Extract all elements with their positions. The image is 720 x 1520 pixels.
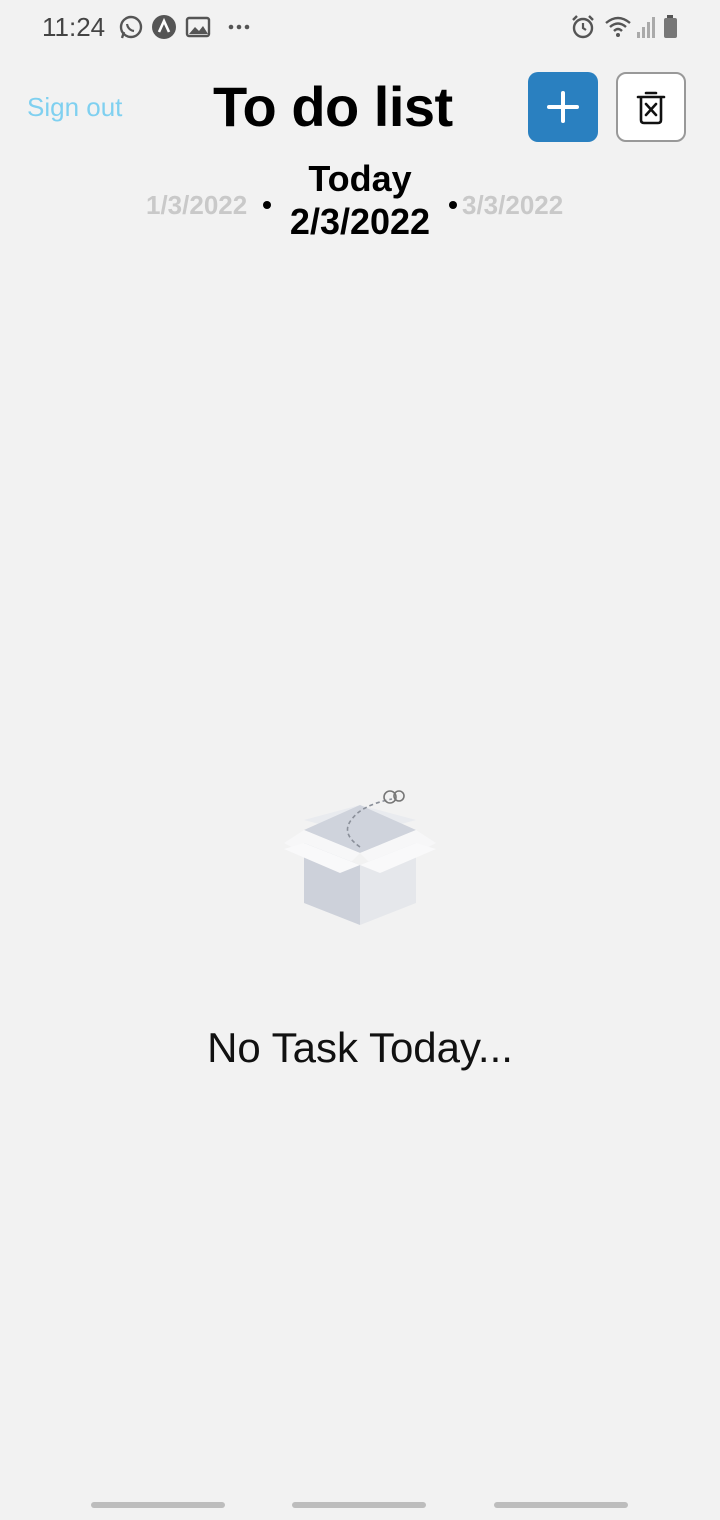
current-date: 2/3/2022: [289, 201, 431, 242]
previous-date[interactable]: 1/3/2022: [146, 190, 247, 221]
next-date[interactable]: 3/3/2022: [462, 190, 563, 221]
app-a-icon: [151, 14, 177, 40]
whatsapp-icon: [118, 14, 144, 40]
status-bar: 11:24: [0, 0, 720, 56]
empty-box-icon: [280, 785, 440, 935]
signal-icon: [636, 14, 662, 40]
back-icon[interactable]: [494, 1502, 628, 1508]
home-icon[interactable]: [292, 1502, 426, 1508]
more-dots-icon: [226, 14, 252, 40]
add-task-button[interactable]: [528, 72, 598, 142]
status-time: 11:24: [42, 12, 106, 42]
sign-out-link[interactable]: Sign out: [27, 92, 122, 123]
today-label: Today: [308, 158, 412, 199]
empty-state-message: No Task Today...: [207, 1024, 513, 1071]
date-separator-dot: [449, 201, 457, 209]
wifi-icon: [604, 14, 631, 40]
alarm-icon: [570, 14, 596, 40]
trash-x-icon: [636, 91, 666, 125]
recent-apps-icon[interactable]: [91, 1502, 225, 1508]
delete-tasks-button[interactable]: [616, 72, 686, 142]
page-title: To do list: [213, 75, 453, 138]
battery-icon: [662, 14, 688, 40]
current-date-block: Today 2/3/2022: [260, 158, 460, 244]
gallery-icon: [185, 14, 211, 40]
